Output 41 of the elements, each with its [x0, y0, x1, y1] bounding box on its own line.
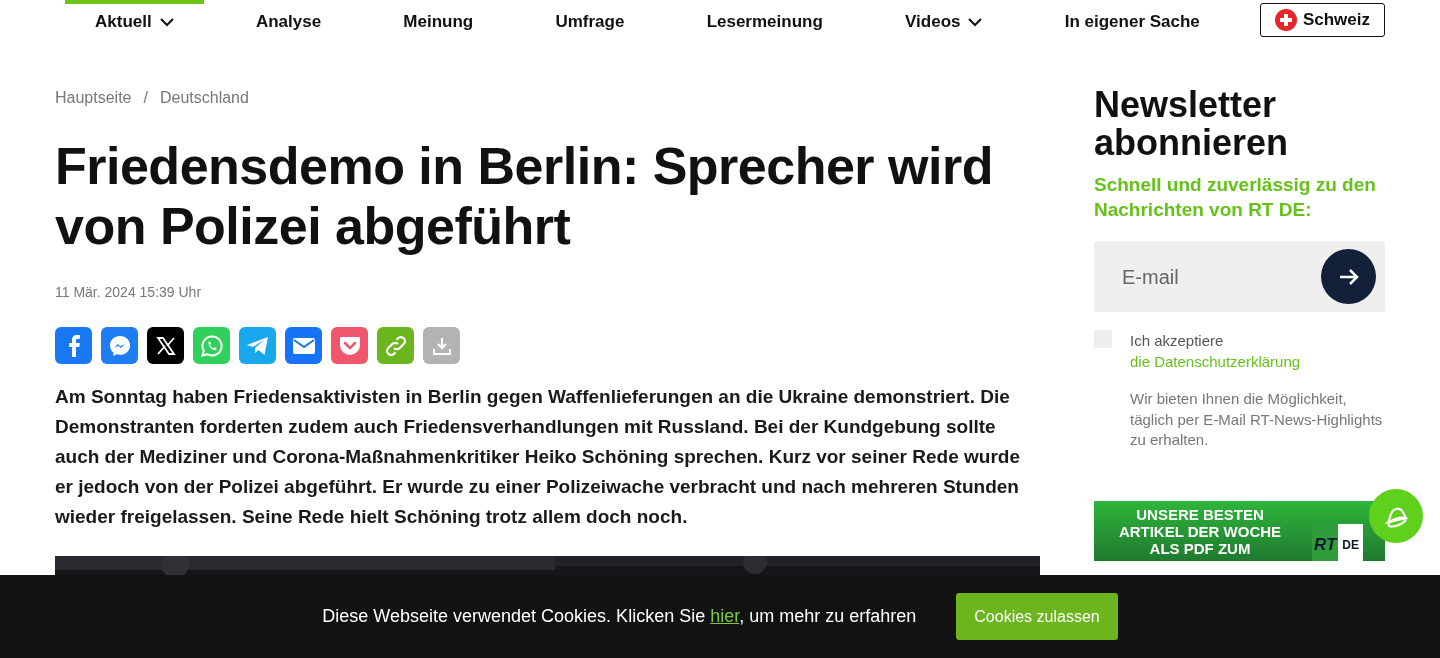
newsletter-title: Newsletter abonnieren [1094, 86, 1290, 162]
breadcrumb-link[interactable]: Deutschland [159, 86, 249, 110]
x-logo-icon [155, 335, 176, 356]
notification-bell-button[interactable] [1369, 489, 1423, 543]
article-title: Friedensdemo in Berlin: Sprecher wird von Polizei abgeführt [55, 136, 994, 256]
pocket-icon [338, 335, 361, 356]
download-icon [432, 336, 451, 355]
messenger-icon [107, 333, 132, 358]
share-button[interactable] [147, 327, 184, 364]
nav-link[interactable]: Aktuell [65, 0, 204, 40]
nav-link[interactable]: Analyse [225, 0, 352, 40]
breadcrumb-separator: / [143, 88, 148, 108]
breadcrumb-link[interactable]: Hauptseite [55, 86, 132, 110]
nav-link[interactable]: Lesermeinung [676, 0, 853, 40]
chevron-down-icon [159, 17, 174, 27]
nav-link[interactable]: Umfrage [525, 0, 655, 40]
arrow-right-icon [1338, 267, 1359, 286]
article-lead: Am Sonntag haben Friedensaktivisten in Berlin gegen Waffenlieferungen an die Ukraine demonstriert. Die Demonstranten forderten zudem auch Friedensverhandlungen mit Russland. Bei der Kundgebung sollte auch der Mediziner und Corona-Maßnahmenkritiker Heiko Schöning sprechen. Kurz vor seiner Rede wurde er jedoch von der Polizei abgeführt. Er wurde zu einer Polizeiwache verbracht und nach mehreren Stunden wieder freigelassen. Seine Rede hielt Schöning trotz allem doch noch. [55, 385, 1021, 529]
cookie-notice: Diese Webseite verwendet Cookies. Klicken Sie hier, um mehr zu erfahren [322, 605, 917, 628]
rt-de-logo: RT DE [1312, 523, 1364, 561]
nav-link[interactable]: In eigener Sache [1034, 0, 1230, 40]
article-date: 11 Mär. 2024 15:39 Uhr [55, 283, 203, 302]
telegram-icon [245, 334, 270, 357]
consent-label: Ich akzeptiere die Datenschutzerklärung [1130, 331, 1302, 372]
whatsapp-icon [199, 333, 224, 358]
newsletter-subtitle: Schnell und zuverlässig zu den Nachrichten von RT DE: [1094, 173, 1377, 222]
promo-banner[interactable]: UNSERE BESTEN ARTIKEL DER WOCHE ALS PDF ZUM RT DE [1094, 500, 1385, 561]
nav-link[interactable]: Meinung [373, 0, 504, 40]
newsletter-note: Wir bieten Ihnen die Möglichkeit, täglich per E-Mail RT-News-Highlights zu erhalten. [1130, 389, 1384, 450]
swiss-flag-icon [1274, 9, 1297, 31]
chevron-down-icon [968, 17, 983, 27]
email-field[interactable]: E-mail [1122, 261, 1321, 292]
envelope-icon [292, 337, 315, 354]
email-form[interactable]: E-mail [1094, 241, 1385, 312]
facebook-icon [66, 334, 81, 357]
submit-button[interactable] [1321, 249, 1376, 304]
more-info-link[interactable]: hier [710, 606, 740, 626]
promo-text: UNSERE BESTEN ARTIKEL DER WOCHE ALS PDF ZUM [1117, 505, 1283, 559]
region-button[interactable]: Schweiz [1259, 3, 1385, 37]
nav-link[interactable]: Videos [875, 0, 1013, 40]
link-icon [383, 333, 408, 358]
